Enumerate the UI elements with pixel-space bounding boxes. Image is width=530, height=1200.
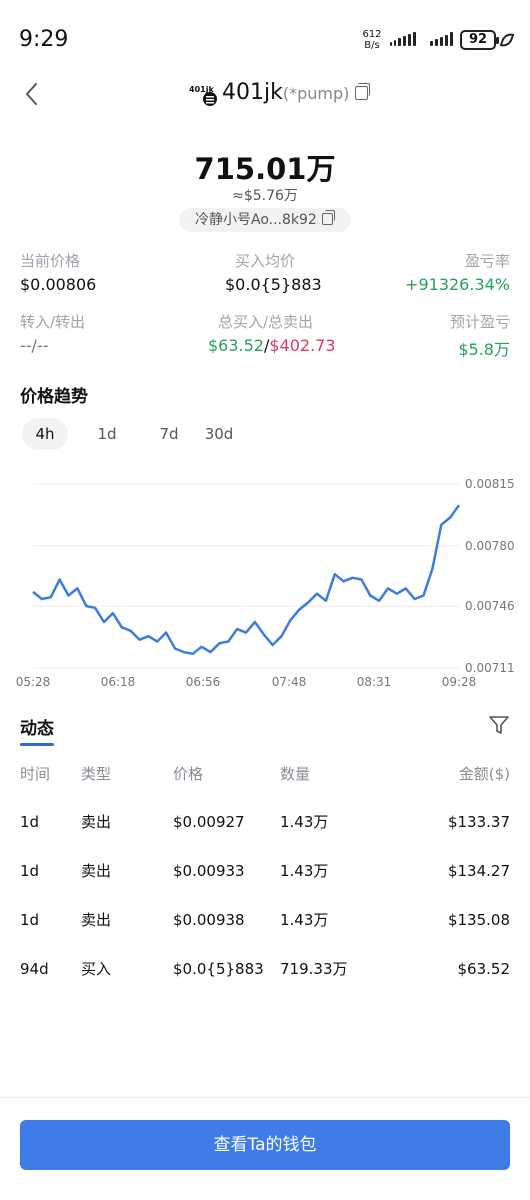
copy-icon[interactable]: [355, 83, 371, 100]
wallet-address: 冷静小号Ao...8k92: [195, 212, 317, 228]
current-price-label: 当前价格: [20, 252, 81, 270]
row-qty: 719.33万: [280, 960, 348, 978]
price-trend-title: 价格趋势: [20, 387, 88, 407]
bottom-divider: [0, 1097, 530, 1098]
usd-value: ≈$5.76万: [232, 188, 298, 204]
filter-icon[interactable]: [488, 714, 510, 736]
total-buy-sell-label: 总买入/总卖出: [218, 313, 314, 331]
activity-tab-indicator: [20, 743, 54, 746]
y-tick-label: 0.00815: [465, 477, 515, 491]
row-type: 卖出: [81, 911, 112, 929]
table-row[interactable]: 94d 买入 $0.0{5}883 719.33万 $63.52: [0, 958, 530, 1007]
view-wallet-button[interactable]: 查看Ta的钱包: [20, 1120, 510, 1170]
price-chart: 0.00815 0.00780 0.00746 0.00711 05:28 06:18 06…: [16, 477, 515, 689]
est-pnl-label: 预计盈亏: [449, 313, 510, 331]
x-tick-label: 05:28: [16, 675, 51, 689]
col-type: 类型: [81, 765, 112, 783]
row-type: 卖出: [81, 813, 112, 831]
copy-address-icon[interactable]: [321, 210, 335, 225]
y-tick-label: 0.00746: [465, 599, 515, 613]
pnl-rate-value: +91326.34%: [405, 275, 510, 294]
col-time: 时间: [20, 765, 51, 783]
table-row[interactable]: 1d 卖出 $0.00938 1.43万 $135.08: [0, 909, 530, 958]
x-tick-label: 08:31: [357, 675, 392, 689]
network-speed: 612 B/s: [362, 29, 382, 51]
row-amount: $63.52: [457, 960, 511, 978]
transfer-label: 转入/转出: [20, 313, 86, 331]
wallet-address-chip[interactable]: 冷静小号Ao...8k92: [179, 208, 351, 232]
row-price: $0.00933: [173, 862, 245, 880]
row-time: 94d: [20, 960, 49, 978]
token-tag: (*pump): [282, 84, 350, 103]
row-type: 买入: [81, 960, 112, 978]
x-tick-label: 06:18: [101, 675, 136, 689]
avg-buy-value: $0.0{5}883: [225, 275, 322, 294]
leaf-icon: [499, 30, 515, 50]
tab-30d[interactable]: 30d: [200, 418, 238, 450]
row-qty: 1.43万: [280, 862, 329, 880]
row-time: 1d: [20, 813, 40, 831]
x-tick-label: 07:48: [272, 675, 307, 689]
x-tick-label: 06:56: [186, 675, 221, 689]
battery-icon: 92: [460, 30, 499, 50]
total-buy-sell-value: $63.52/$402.73: [208, 336, 336, 355]
est-pnl-value: $5.8万: [458, 340, 510, 359]
table-row[interactable]: 1d 卖出 $0.00927 1.43万 $133.37: [0, 811, 530, 860]
row-qty: 1.43万: [280, 911, 329, 929]
col-qty: 数量: [280, 765, 311, 783]
col-amount: 金额($): [458, 765, 510, 783]
token-logo: 401jk: [189, 85, 217, 106]
signal-icon-2: [430, 30, 453, 46]
row-amount: $134.27: [447, 862, 510, 880]
col-price: 价格: [173, 765, 204, 783]
token-name: 401jk: [222, 80, 283, 105]
row-price: $0.00938: [173, 911, 245, 929]
token-balance: 715.01万: [194, 152, 336, 186]
row-time: 1d: [20, 862, 40, 880]
avg-buy-label: 买入均价: [235, 252, 296, 270]
tab-4h[interactable]: 4h: [22, 418, 68, 450]
row-time: 1d: [20, 911, 40, 929]
y-tick-label: 0.00780: [465, 539, 515, 553]
row-qty: 1.43万: [280, 813, 329, 831]
x-tick-label: 09:28: [442, 675, 477, 689]
token-title: 401jk(*pump): [222, 80, 371, 105]
tab-7d[interactable]: 7d: [150, 418, 188, 450]
status-bar: 9:29 612 B/s 92: [0, 0, 530, 80]
current-price-value: $0.00806: [20, 275, 97, 294]
price-line: [32, 504, 461, 656]
row-amount: $135.08: [447, 911, 510, 929]
row-amount: $133.37: [447, 813, 510, 831]
status-time: 9:29: [19, 27, 69, 52]
tab-1d[interactable]: 1d: [88, 418, 126, 450]
activity-tab[interactable]: 动态: [20, 714, 54, 739]
signal-icon: [390, 30, 416, 46]
row-price: $0.00927: [173, 813, 245, 831]
row-type: 卖出: [81, 862, 112, 880]
total-buy-value: $63.52: [208, 336, 264, 355]
transfer-value: --/--: [20, 336, 49, 355]
back-icon[interactable]: [22, 82, 44, 106]
row-price: $0.0{5}883: [173, 960, 264, 978]
total-sell-value: $402.73: [269, 336, 336, 355]
table-row[interactable]: 1d 卖出 $0.00933 1.43万 $134.27: [0, 860, 530, 909]
y-tick-label: 0.00711: [465, 661, 515, 675]
pnl-rate-label: 盈亏率: [464, 252, 510, 270]
